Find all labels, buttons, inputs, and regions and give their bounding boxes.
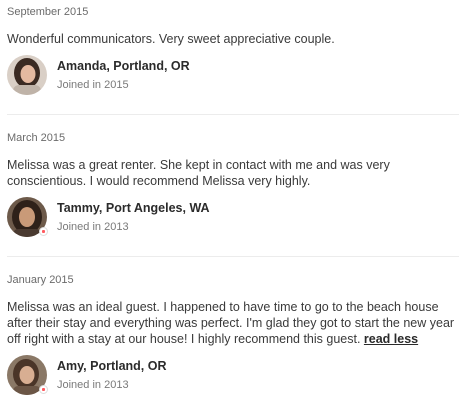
review-text: Wonderful communicators. Very sweet appr… — [7, 32, 335, 46]
review-text: Melissa was an ideal guest. I happened t… — [7, 299, 459, 347]
author-joined: Joined in 2013 — [57, 379, 129, 391]
read-less-link[interactable]: read less — [364, 332, 418, 346]
review-author: Tammy, Port Angeles, WA Joined in 2013 — [7, 197, 459, 237]
review-author: Amy, Portland, OR Joined in 2013 — [7, 355, 459, 395]
avatar[interactable] — [7, 55, 47, 95]
author-meta: Amy, Portland, OR Joined in 2013 — [57, 358, 167, 392]
avatar-photo-icon — [7, 55, 47, 95]
review-item: March 2015 Melissa was a great renter. S… — [7, 131, 459, 237]
verified-badge-icon — [39, 227, 48, 236]
avatar-image — [7, 55, 47, 95]
author-name[interactable]: Amy, Portland, OR — [57, 358, 167, 374]
author-joined: Joined in 2015 — [57, 79, 129, 91]
divider — [7, 256, 459, 257]
verified-badge-icon — [39, 385, 48, 394]
review-item: January 2015 Melissa was an ideal guest.… — [7, 273, 459, 395]
review-text: Melissa was a great renter. She kept in … — [7, 158, 390, 188]
review-date: September 2015 — [7, 6, 89, 18]
author-name[interactable]: Amanda, Portland, OR — [57, 58, 190, 74]
review-author: Amanda, Portland, OR Joined in 2015 — [7, 55, 459, 95]
author-name[interactable]: Tammy, Port Angeles, WA — [57, 200, 210, 216]
author-joined: Joined in 2013 — [57, 221, 129, 233]
avatar[interactable] — [7, 355, 48, 395]
author-meta: Amanda, Portland, OR Joined in 2015 — [57, 58, 190, 92]
author-meta: Tammy, Port Angeles, WA Joined in 2013 — [57, 200, 210, 234]
avatar[interactable] — [7, 197, 48, 237]
divider — [7, 114, 459, 115]
review-date: March 2015 — [7, 132, 66, 144]
reviews-list: September 2015 Wonderful communicators. … — [0, 0, 465, 400]
review-date: January 2015 — [7, 274, 74, 286]
review-item: September 2015 Wonderful communicators. … — [7, 5, 459, 95]
